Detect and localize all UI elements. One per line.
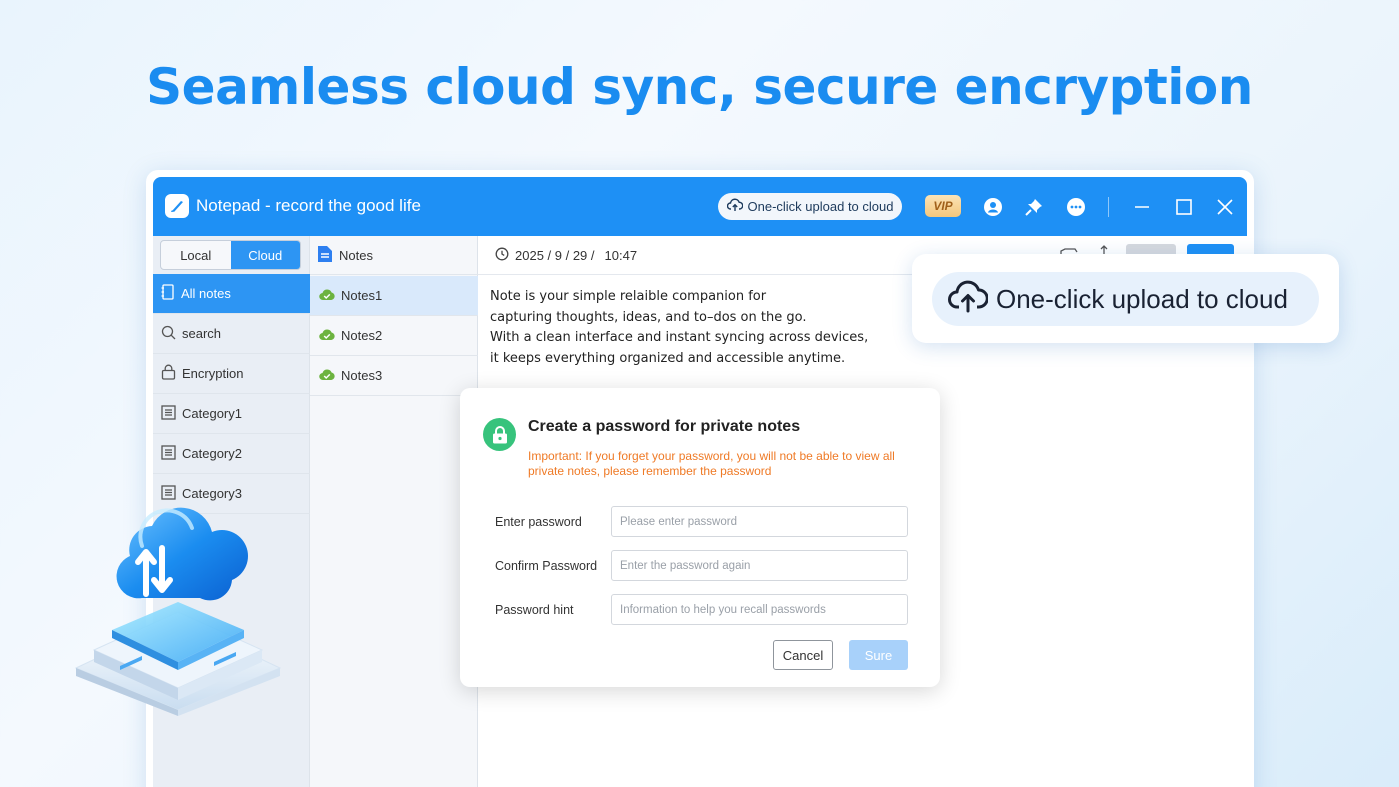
cloud-upload-icon — [948, 279, 989, 320]
notes-header-label: Notes — [339, 247, 373, 263]
note-content[interactable]: Note is your simple relaible companion f… — [490, 287, 910, 369]
list-item[interactable]: Notes2 — [310, 316, 478, 356]
field-label: Enter password — [495, 515, 582, 529]
note-title: Notes1 — [341, 288, 383, 303]
headline: Seamless cloud sync, secure encryption — [146, 58, 1253, 116]
note-title: Notes2 — [341, 328, 383, 343]
list-icon — [161, 444, 176, 463]
sidebar-item-search[interactable]: search — [153, 314, 310, 354]
sidebar-item-category1[interactable]: Category1 — [153, 394, 310, 434]
lock-icon — [161, 364, 176, 383]
cloud-synced-icon — [319, 288, 335, 304]
search-icon — [161, 325, 176, 343]
notes-list-header: Notes — [310, 236, 478, 275]
content-line: With a clean interface and instant synci… — [490, 330, 869, 345]
upload-button-label: One-click upload to cloud — [747, 199, 894, 214]
pin-icon[interactable] — [1022, 195, 1046, 219]
note-date: 2025 / 9 / 29 / — [515, 247, 595, 263]
sidebar-item-label: All notes — [181, 286, 231, 301]
more-icon[interactable] — [1064, 195, 1088, 219]
list-item[interactable]: Notes1 — [310, 276, 478, 316]
close-icon[interactable] — [1213, 195, 1237, 219]
field-label: Password hint — [495, 603, 574, 617]
dialog-warning: Important: If you forget your password, … — [528, 449, 895, 478]
cancel-button[interactable]: Cancel — [773, 640, 833, 670]
list-item[interactable]: Notes3 — [310, 356, 478, 396]
content-line: capturing thoughts, ideas, and to–dos on… — [490, 309, 807, 325]
local-cloud-toggle: Local Cloud — [160, 240, 301, 270]
dialog-title: Create a password for private notes — [528, 418, 801, 435]
upload-to-cloud-button[interactable]: One-click upload to cloud — [718, 193, 902, 220]
app-title: Notepad - record the good life — [196, 196, 421, 215]
clock-icon — [495, 247, 509, 264]
vip-badge[interactable]: VIP — [925, 195, 961, 217]
lock-icon — [483, 418, 516, 451]
confirm-button[interactable]: Sure — [849, 640, 908, 670]
sidebar-item-label: Encryption — [182, 366, 244, 381]
sidebar-item-encryption[interactable]: Encryption — [153, 354, 310, 394]
app-logo-icon — [165, 194, 189, 218]
title-separator — [1108, 197, 1109, 217]
list-icon — [161, 404, 176, 423]
sidebar-item-all-notes[interactable]: All notes — [153, 274, 310, 314]
upload-callout: One-click upload to cloud — [912, 254, 1339, 343]
title-bar: Notepad - record the good life One-click… — [153, 177, 1247, 236]
notebook-icon — [161, 284, 175, 303]
password-input[interactable] — [611, 506, 908, 537]
content-line: it keeps everything organized and access… — [490, 350, 846, 366]
password-hint-input[interactable] — [611, 594, 908, 625]
sidebar-item-label: Category2 — [182, 446, 242, 461]
sidebar-item-label: search — [182, 326, 222, 341]
note-title: Notes3 — [341, 368, 383, 383]
user-icon[interactable] — [981, 195, 1005, 219]
callout-upload-button[interactable]: One-click upload to cloud — [932, 272, 1319, 326]
sidebar-item-category2[interactable]: Category2 — [153, 434, 310, 474]
document-icon — [317, 245, 333, 266]
content-line: Note is your simple relaible companion f… — [490, 289, 767, 304]
tab-cloud[interactable]: Cloud — [230, 241, 300, 269]
callout-label: One-click upload to cloud — [996, 283, 1288, 314]
sidebar-item-label: Category1 — [182, 406, 242, 421]
notes-list: Notes Notes1 Notes2 Notes3 — [310, 236, 478, 787]
maximize-icon[interactable] — [1172, 195, 1196, 219]
create-password-dialog: Create a password for private notes Impo… — [460, 388, 940, 687]
note-time: 10:47 — [604, 247, 638, 263]
cloud-sync-illustration — [72, 498, 284, 716]
tab-local[interactable]: Local — [161, 241, 231, 269]
field-label: Confirm Password — [495, 559, 598, 573]
cloud-upload-icon — [726, 198, 743, 215]
cloud-synced-icon — [319, 368, 335, 384]
cloud-synced-icon — [319, 328, 335, 344]
minimize-icon[interactable] — [1130, 195, 1154, 219]
confirm-password-input[interactable] — [611, 550, 908, 581]
